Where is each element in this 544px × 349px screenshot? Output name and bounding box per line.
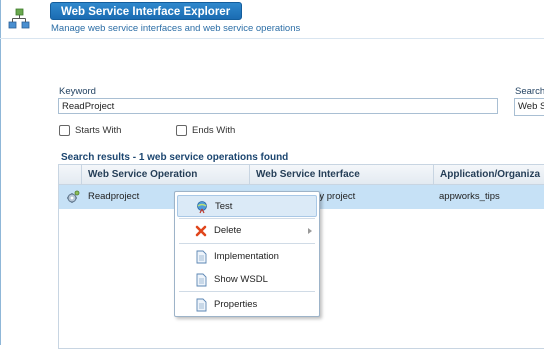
menu-item-label: Implementation (214, 251, 279, 262)
menu-item-label: Properties (214, 299, 258, 310)
menu-separator (179, 291, 315, 292)
menu-separator (179, 218, 315, 219)
document-icon (196, 298, 207, 312)
gear-operation-icon (67, 190, 80, 203)
menu-separator (179, 243, 315, 244)
column-header-icon (59, 165, 81, 184)
submenu-arrow-icon (308, 228, 312, 234)
delete-x-icon (195, 225, 207, 237)
keyword-label: Keyword (59, 86, 96, 97)
ends-with-checkbox[interactable]: Ends With (176, 125, 235, 136)
menu-item-delete[interactable]: Delete (177, 220, 317, 242)
results-title: Search results - 1 web service operation… (61, 152, 289, 163)
grid-header: Web Service Operation Web Service Interf… (59, 165, 544, 185)
starts-with-checkbox[interactable]: Starts With (59, 125, 121, 136)
column-header-application[interactable]: Application/Organiza (433, 165, 544, 184)
menu-item-label: Show WSDL (214, 274, 268, 285)
menu-item-label: Delete (214, 225, 242, 236)
menu-item-properties[interactable]: Properties (177, 294, 317, 316)
column-header-interface[interactable]: Web Service Interface (249, 165, 433, 184)
test-run-icon (197, 201, 207, 214)
starts-with-label: Starts With (75, 125, 122, 136)
keyword-input[interactable] (58, 98, 498, 114)
search-type-select[interactable]: Web S (514, 98, 544, 116)
checkbox-box[interactable] (59, 125, 70, 136)
header-divider (0, 38, 544, 39)
application-cell: appworks_tips (439, 191, 500, 202)
operation-cell: Readproject (88, 191, 140, 202)
sitemap-icon (8, 8, 30, 29)
menu-item-label: Test (215, 201, 233, 212)
column-header-operation[interactable]: Web Service Operation (81, 165, 249, 184)
ends-with-label: Ends With (192, 125, 236, 136)
menu-item-implementation[interactable]: Implementation (177, 246, 317, 268)
menu-item-test[interactable]: Test (177, 195, 317, 217)
page-subtitle: Manage web service interfaces and web se… (51, 23, 301, 34)
checkbox-box[interactable] (176, 125, 187, 136)
context-menu: Test Delete Implementation Show WSDL Pro… (174, 191, 320, 317)
page-title: Web Service Interface Explorer (50, 2, 242, 20)
document-icon (196, 273, 207, 287)
search-label: Search (515, 86, 544, 97)
document-icon (196, 250, 207, 264)
menu-item-show-wsdl[interactable]: Show WSDL (177, 269, 317, 291)
